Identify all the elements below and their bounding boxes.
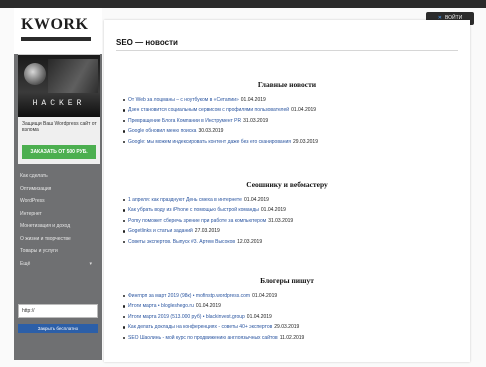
sidebar-item[interactable]: Монетизация и доход	[14, 220, 102, 233]
sidebar-item[interactable]: О жизни и творчестве	[14, 233, 102, 246]
search-input[interactable]	[18, 304, 98, 318]
list-item[interactable]: Итоги марта 2019 (513.000 руб) • blackin…	[104, 312, 470, 322]
news-link[interactable]: Pomy поможет сберечь зрение при работе з…	[128, 218, 266, 224]
sidebar-item[interactable]: Оптимизация	[14, 183, 102, 196]
news-link[interactable]: Дзен становится социальным сервисом с пр…	[128, 107, 289, 113]
list-item[interactable]: Как убрать воду из iPhone с помощью быст…	[104, 205, 470, 215]
list-item[interactable]: Итоги марта • blogleshego.ru 01.04.2019	[104, 301, 470, 311]
news-link[interactable]: Советы экспертов. Выпуск #3. Артем Высок…	[128, 239, 235, 245]
section-title: Главные новости	[257, 80, 317, 89]
section-title: Блогеры пишут	[260, 276, 314, 285]
news-date: 01.04.2019	[291, 107, 317, 114]
news-date: 01.04.2019	[246, 313, 272, 320]
news-link[interactable]: Как убрать воду из iPhone с помощью быст…	[128, 207, 259, 213]
news-date: 27.03.2019	[194, 228, 220, 235]
top-bar	[0, 0, 486, 8]
news-date: 31.03.2019	[243, 117, 269, 124]
news-link[interactable]: Gogetlinks и статьи заданий	[128, 228, 193, 234]
list-item[interactable]: Превращение Блога Компании в Инструмент …	[104, 116, 470, 126]
news-list: Фингпрп за март 2019 (98к) • mofinstp.wo…	[104, 291, 470, 343]
news-link[interactable]: Как делать доклады на конференциях - сов…	[128, 324, 272, 330]
list-item[interactable]: Google: мы можем индексировать контент д…	[104, 137, 470, 147]
ad-banner[interactable]: HACKER Защищи Ваш Wordpress сайт от взло…	[18, 54, 100, 164]
chevron-down-icon: ▾	[89, 260, 92, 267]
ad-text: Защищи Ваш Wordpress сайт от взлома	[22, 121, 97, 133]
news-link[interactable]: Превращение Блога Компании в Инструмент …	[128, 118, 241, 124]
news-link[interactable]: Итоги марта 2019 (513.000 руб) • blackin…	[128, 314, 245, 320]
logo-underline	[21, 37, 91, 41]
list-item[interactable]: Дзен становится социальным сервисом с пр…	[104, 105, 470, 115]
news-list: От Web за лоцманы – с ноутбуком в «Сетап…	[104, 95, 470, 147]
list-item[interactable]: SEO Шаолинь - мой курс по продвижению ан…	[104, 333, 470, 343]
news-date: 11.02.2019	[279, 334, 305, 341]
sidebar-item[interactable]: Интернет	[14, 208, 102, 221]
list-item[interactable]: Советы экспертов. Выпуск #3. Артем Высок…	[104, 237, 470, 247]
news-section-bloggers: Блогеры пишут Фингпрп за март 2019 (98к)…	[104, 276, 470, 343]
list-item[interactable]: Фингпрп за март 2019 (98к) • mofinstp.wo…	[104, 291, 470, 301]
search-box: Закрыть бесплатно	[18, 304, 100, 333]
ad-order-button[interactable]: ЗАКАЗАТЬ ОТ 500 РУБ.	[22, 145, 96, 159]
ad-image-title: HACKER	[32, 99, 86, 108]
list-item[interactable]: Как делать доклады на конференциях - сов…	[104, 322, 470, 332]
news-link[interactable]: 1 апреля: как празднуют День смеха в инт…	[128, 197, 242, 203]
news-date: 01.04.2019	[240, 97, 266, 103]
news-section-seo: Сеошнику и вебмастеру 1 апреля: как праз…	[104, 180, 470, 247]
sidebar-item[interactable]: Товары и услуги	[14, 245, 102, 258]
news-link[interactable]: Фингпрп за март 2019 (98к) • mofinstp.wo…	[128, 293, 250, 299]
news-link[interactable]: SEO Шаолинь - мой курс по продвижению ан…	[128, 335, 278, 341]
search-button[interactable]: Закрыть бесплатно	[18, 324, 98, 333]
news-date: 01.04.2019	[195, 303, 221, 310]
sidebar-item[interactable]: Как сделать	[14, 170, 102, 183]
news-date: 29.03.2019	[274, 324, 300, 331]
news-date: 01.04.2019	[243, 197, 269, 203]
news-section-main: Главные новости От Web за лоцманы – с но…	[104, 80, 470, 147]
logo-area: KWORK	[14, 8, 102, 54]
sidebar-item-more[interactable]: Ещё ▾	[14, 258, 102, 271]
news-date: 29.03.2019	[292, 138, 318, 145]
news-link[interactable]: Google обновил меню поиска	[128, 128, 196, 134]
main-content: SEO — новости Главные новости От Web за …	[104, 20, 470, 362]
site-logo[interactable]: KWORK	[21, 16, 88, 34]
list-item[interactable]: 1 апреля: как празднуют День смеха в инт…	[104, 195, 470, 205]
news-date: 01.04.2019	[260, 207, 286, 214]
news-date: 12.03.2019	[237, 238, 263, 245]
news-date: 30.03.2019	[198, 128, 224, 135]
list-item[interactable]: От Web за лоцманы – с ноутбуком в «Сетап…	[104, 95, 470, 105]
title-divider	[116, 50, 458, 51]
news-list: 1 апреля: как празднуют День смеха в инт…	[104, 195, 470, 247]
ad-image[interactable]: HACKER	[18, 55, 100, 117]
sidebar: KWORK HACKER Защищи Ваш Wordpress сайт о…	[14, 8, 102, 360]
news-link[interactable]: От Web за лоцманы – с ноутбуком в «Сетап…	[128, 97, 239, 103]
page-title: SEO — новости	[116, 38, 178, 47]
news-date: 01.04.2019	[252, 293, 278, 299]
list-item[interactable]: Gogetlinks и статьи заданий 27.03.2019	[104, 226, 470, 236]
list-item[interactable]: Google обновил меню поиска 30.03.2019	[104, 126, 470, 136]
section-title: Сеошнику и вебмастеру	[246, 180, 328, 189]
news-link[interactable]: Google: мы можем индексировать контент д…	[128, 139, 291, 145]
list-item[interactable]: Pomy поможет сберечь зрение при работе з…	[104, 216, 470, 226]
sidebar-item[interactable]: WordPress	[14, 195, 102, 208]
news-link[interactable]: Итоги марта • blogleshego.ru	[128, 303, 194, 309]
browser-frame: ✕ ВОЙТИ KWORK HACKER Защищи Ваш Wordpress…	[0, 0, 486, 367]
sidebar-nav: Как сделать Оптимизация WordPress Интерн…	[14, 170, 102, 270]
news-date: 31.03.2019	[268, 217, 294, 224]
